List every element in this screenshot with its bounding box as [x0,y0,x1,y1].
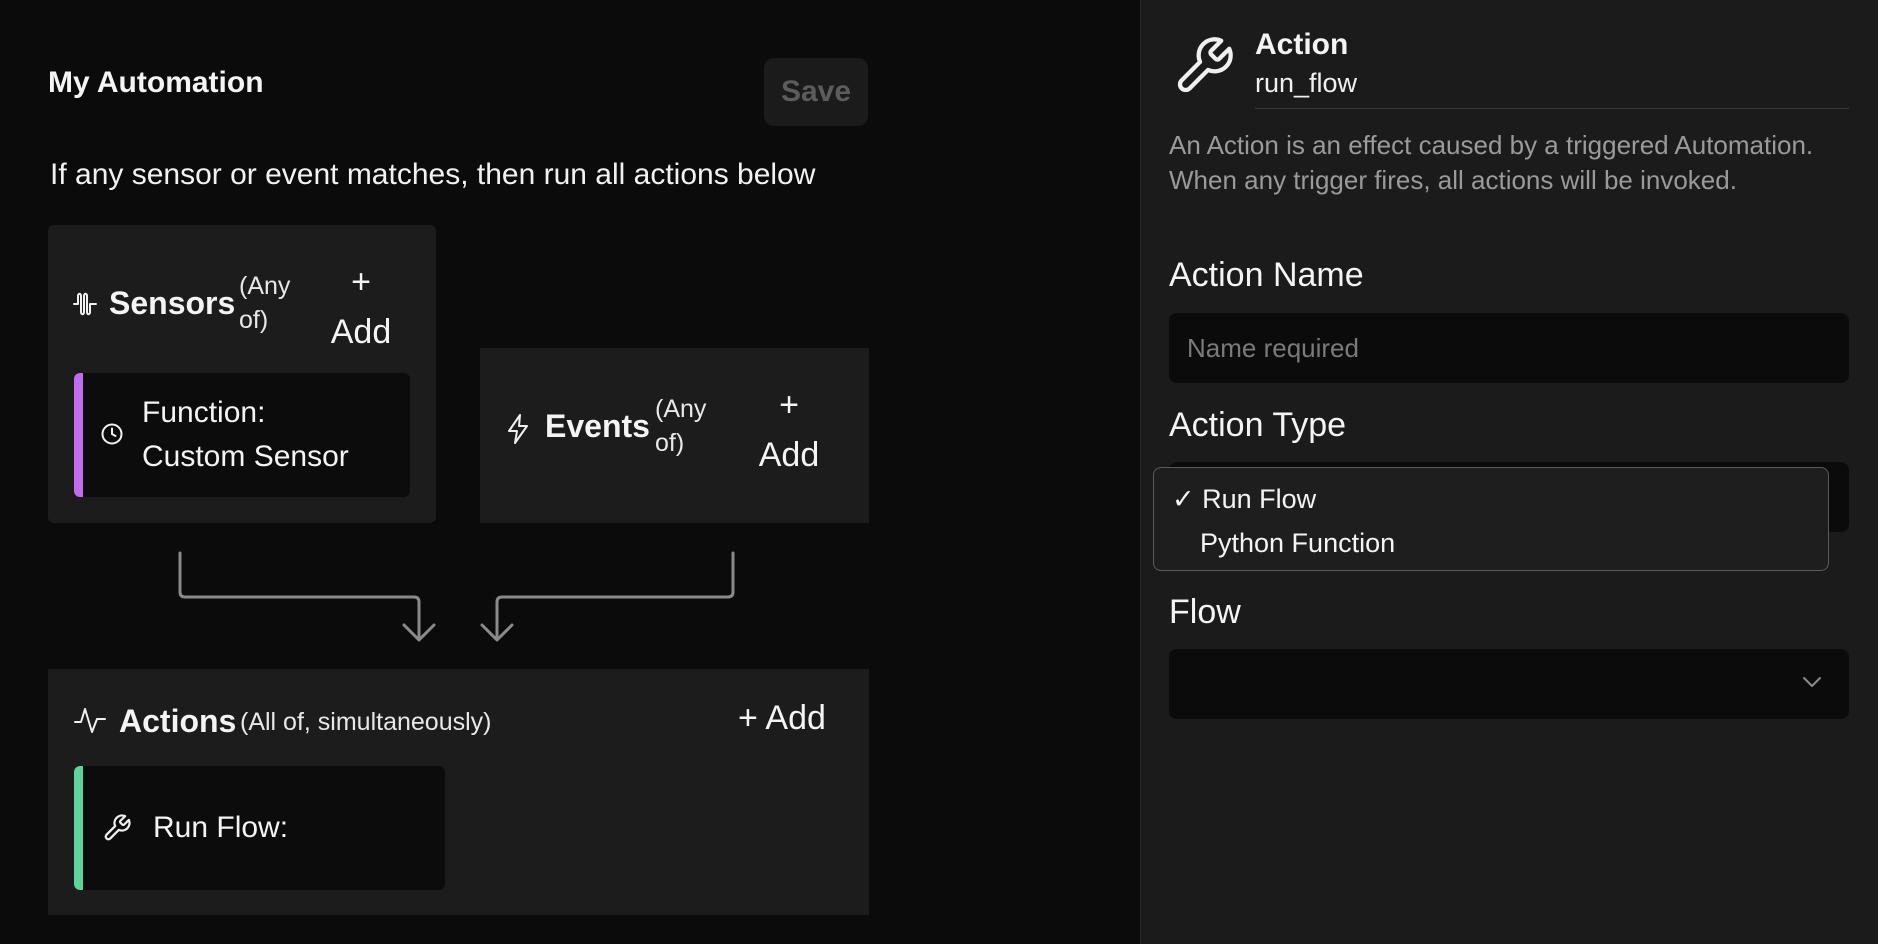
sensors-qualifier-line2: of) [239,306,269,334]
wrench-icon [102,813,132,843]
detail-title: Action [1255,28,1349,61]
chevron-down-icon [1801,675,1823,689]
flow-select[interactable] [1169,649,1849,719]
sensors-qualifier: (Any of) [239,269,290,337]
sensor-wave-icon [73,291,97,317]
flow-connector-arrows [178,551,735,642]
events-qualifier: (Any of) [655,392,706,460]
detail-title-divider [1255,108,1849,109]
events-add-label: Add [758,436,820,474]
action-card[interactable]: Run Flow: [74,766,445,890]
dropdown-option-run-flow[interactable]: ✓ Run Flow [1172,484,1316,515]
sensors-title: Sensors [109,285,236,321]
clock-icon [100,422,124,446]
sensors-add-plus: + [351,263,371,301]
dropdown-option-python-function[interactable]: Python Function [1200,528,1395,559]
sensor-card-line1: Function: [142,396,266,429]
action-card-label: Run Flow: [153,811,289,844]
automation-rule-text: If any sensor or event matches, then run… [50,158,816,191]
dropdown-option-label: Python Function [1200,528,1396,558]
events-add-plus: + [779,386,799,424]
wrench-icon [1172,34,1236,98]
activity-icon [74,705,106,735]
automation-title: My Automation [48,66,264,99]
events-qualifier-line2: of) [655,429,685,457]
actions-qualifier: (All of, simultaneously) [240,708,492,736]
actions-add-button[interactable]: + Add [738,699,826,738]
detail-description: An Action is an effect caused by a trigg… [1169,130,1814,195]
actions-panel: Actions (All of, simultaneously) + Add R… [48,669,869,915]
sensor-card-line2: Custom Sensor [142,440,349,473]
sensor-card-accent [74,373,83,497]
save-button[interactable]: Save [764,58,868,126]
action-name-input[interactable] [1169,313,1849,383]
action-name-label: Action Name [1169,256,1364,294]
sensor-card-text: Function: Custom Sensor [142,391,349,479]
sensors-add-button[interactable]: + Add [326,257,396,357]
action-card-accent [74,766,83,890]
events-qualifier-line1: (Any [655,395,707,423]
events-panel: Events (Any of) + Add [480,348,869,523]
checkmark-icon: ✓ [1172,484,1195,514]
events-title: Events [545,408,650,444]
events-add-button[interactable]: + Add [754,380,824,480]
action-type-dropdown: ✓ Run Flow Python Function [1153,467,1829,571]
lightning-icon [507,414,529,444]
detail-subtitle[interactable]: run_flow [1255,68,1357,99]
action-type-label: Action Type [1169,406,1347,444]
sensors-add-label: Add [330,313,392,351]
actions-title: Actions [119,703,237,739]
flow-label: Flow [1169,593,1241,631]
dropdown-option-label: Run Flow [1202,484,1317,514]
sensor-card[interactable]: Function: Custom Sensor [74,373,410,497]
sensors-panel: Sensors (Any of) + Add Function: Custom … [48,225,436,523]
sensors-qualifier-line1: (Any [239,272,291,300]
